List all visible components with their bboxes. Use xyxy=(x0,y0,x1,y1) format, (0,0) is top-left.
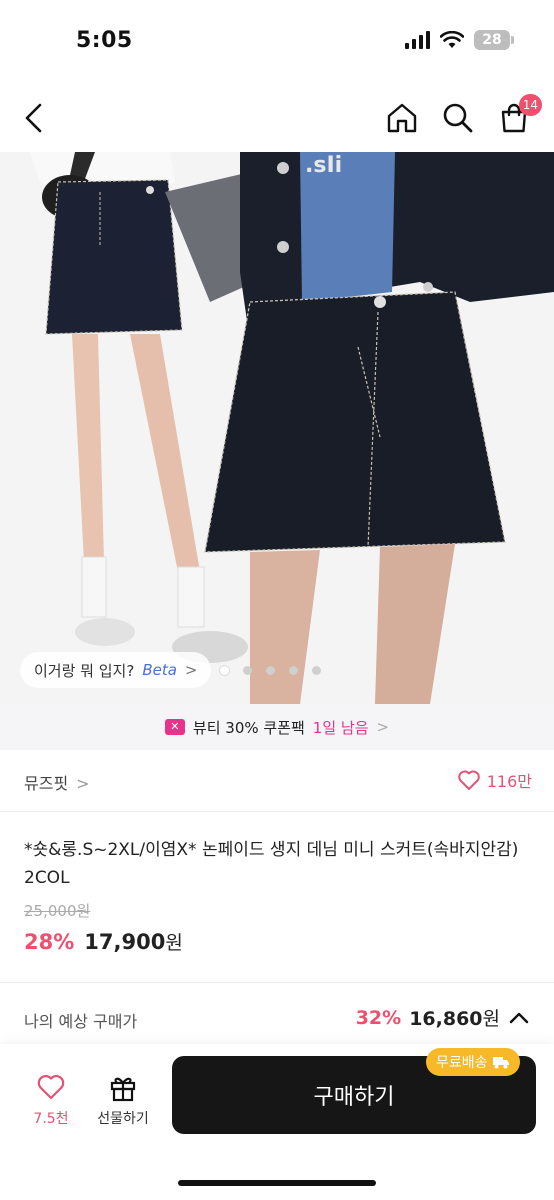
chevron-right-icon: > xyxy=(184,661,198,679)
brand-link[interactable]: 뮤즈핏 > xyxy=(24,770,90,794)
free-shipping-label: 무료배송 xyxy=(436,1055,488,1071)
gift-label: 선물하기 xyxy=(97,1111,149,1127)
carousel-dot[interactable] xyxy=(266,666,275,675)
battery-icon: 28 xyxy=(474,30,514,50)
sale-price-row: 28% 17,900원 xyxy=(24,928,183,955)
expected-price: 16,860원 xyxy=(409,1004,500,1031)
carousel-dot[interactable] xyxy=(289,666,298,675)
style-suggest-pill[interactable]: 이거랑 뭐 입지? Beta > xyxy=(20,652,212,688)
product-title: *숏&롱.S~2XL/이염X* 논페이드 생지 데님 미니 스커트(속바지안감)… xyxy=(24,840,519,888)
search-button[interactable] xyxy=(436,96,480,140)
expected-discount: 32% xyxy=(355,1006,402,1029)
status-time: 5:05 xyxy=(76,28,133,53)
gift-button[interactable]: 선물하기 xyxy=(88,1070,158,1128)
cart-button[interactable]: 14 xyxy=(492,94,542,140)
carousel-dot[interactable] xyxy=(312,666,321,675)
original-price: 25,000원 xyxy=(24,902,91,920)
brand-name: 뮤즈핏 xyxy=(24,774,69,793)
wifi-icon xyxy=(440,31,464,48)
coupon-banner[interactable]: ✕ 뷰티 30% 쿠폰팩 1일 남음 > xyxy=(0,704,554,750)
heart-icon xyxy=(457,770,480,790)
sale-price: 17,900원 xyxy=(84,928,183,955)
expected-price-label: 나의 예상 구매가 xyxy=(24,1012,138,1031)
status-icons: 28 xyxy=(405,30,514,50)
brand-like-count: 116만 xyxy=(486,772,532,791)
svg-text:.sIi: .sIi xyxy=(305,153,342,178)
home-icon xyxy=(387,103,417,133)
sale-price-value: 17,900 xyxy=(84,930,166,954)
chevron-right-icon: > xyxy=(376,718,390,736)
carousel-dots xyxy=(220,666,321,675)
currency-unit: 원 xyxy=(482,1008,500,1030)
chevron-left-icon xyxy=(25,103,42,133)
expected-price-value: 32% 16,860원 xyxy=(356,1004,530,1031)
coupon-text: 뷰티 30% 쿠폰팩 xyxy=(192,718,305,737)
coupon-remaining: 1일 남음 xyxy=(312,718,369,737)
status-bar: 5:05 28 xyxy=(0,0,554,84)
like-button[interactable]: 7.5천 xyxy=(16,1070,86,1128)
carousel-dot[interactable] xyxy=(220,666,229,675)
like-count: 7.5천 xyxy=(33,1111,69,1127)
truck-icon xyxy=(492,1057,509,1069)
brand-row: 뮤즈핏 > 116만 xyxy=(0,750,554,812)
style-suggest-label: 이거랑 뭐 입지? xyxy=(34,661,135,680)
expected-price-row[interactable]: 나의 예상 구매가 32% 16,860원 xyxy=(0,998,554,1042)
bottom-action-bar: 7.5천 선물하기 무료배송 구매하기 xyxy=(0,1044,554,1200)
gift-icon xyxy=(110,1077,136,1102)
product-image-carousel[interactable]: .sIi 이거랑 뭐 입지? Beta > xyxy=(0,152,554,704)
heart-icon xyxy=(37,1075,65,1100)
home-indicator xyxy=(178,1180,376,1186)
cellular-signal-icon xyxy=(405,31,430,49)
carousel-dot[interactable] xyxy=(243,666,252,675)
cart-count-badge: 14 xyxy=(518,94,542,116)
discount-rate: 28% xyxy=(24,930,75,954)
back-button[interactable] xyxy=(12,96,56,140)
beta-tag: Beta xyxy=(142,661,177,679)
coupon-icon: ✕ xyxy=(164,719,185,735)
chevron-right-icon: > xyxy=(76,774,90,793)
divider xyxy=(0,982,554,983)
brand-like-button[interactable]: 116만 xyxy=(457,768,532,792)
expected-price-amount: 16,860 xyxy=(409,1008,483,1030)
free-shipping-badge: 무료배송 xyxy=(426,1048,520,1076)
chevron-up-icon[interactable] xyxy=(508,1011,530,1025)
product-photo: .sIi xyxy=(0,152,554,704)
home-button[interactable] xyxy=(380,96,424,140)
search-icon xyxy=(443,103,473,133)
top-nav: 14 xyxy=(0,84,554,152)
currency-unit: 원 xyxy=(165,932,183,954)
